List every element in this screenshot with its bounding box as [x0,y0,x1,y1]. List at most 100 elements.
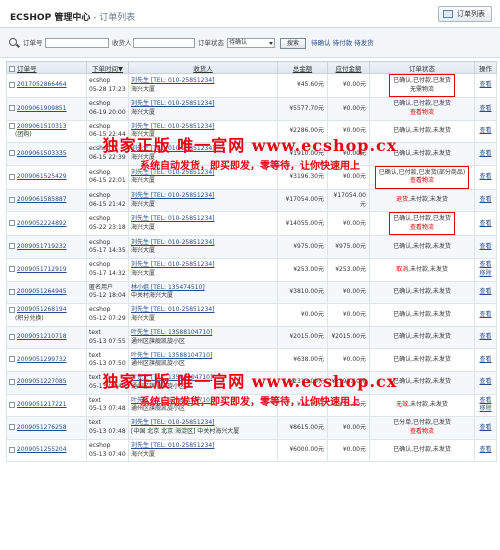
consignee-link[interactable]: 刘先生 [TEL: 010-25851234] [131,215,214,222]
consignee-cell: 刘先生 [TEL: 010-25851234] 海兴大厦 [128,164,278,190]
consignee-link[interactable]: 林小姐 [TEL: 135474510] [131,284,205,291]
consignee-link[interactable]: 叶先生 [TEL: 13588104710] [131,329,212,336]
view-order-link[interactable]: 查看 [479,378,491,385]
consignee-link[interactable]: 刘先生 [TEL: 010-25851234] [131,77,214,84]
order-sn-link[interactable]: 2009051255204 [17,446,67,453]
view-order-link[interactable]: 查看 [479,356,491,363]
order-sn-link[interactable]: 2009051264945 [17,288,67,295]
row-checkbox[interactable] [9,81,15,88]
column-header-time[interactable]: 下单时间▼ [86,61,129,74]
order-time: 05-13 07:55 [89,337,126,345]
consignee-link[interactable]: 叶先生 [TEL: 13588104710] [131,397,212,404]
consignee-address: 通州区旗舰凯旋小区 [131,360,186,368]
row-checkbox[interactable] [9,123,15,130]
consignee-address: 海兴大厦 [131,223,156,231]
row-checkbox[interactable] [9,288,15,295]
view-order-link[interactable]: 查看 [479,243,491,250]
status-select[interactable]: 待确认 [227,38,275,48]
order-sn-link[interactable]: 2009051217221 [17,401,67,408]
consignee-link[interactable]: 刘先生 [TEL: 010-25851234] [131,100,214,107]
row-checkbox[interactable] [9,333,15,340]
consignee-link[interactable]: 叶先生 [TEL: 13588104710] [131,374,212,381]
view-order-link[interactable]: 查看 [479,288,491,295]
view-order-link[interactable]: 查看 [479,105,491,112]
order-status-cell: 取消,未付款,未发货 [369,257,475,282]
view-order-link[interactable]: 查看 [479,127,491,134]
view-order-link[interactable]: 查看 [479,446,491,453]
order-sn-link[interactable]: 2009051227085 [17,378,67,385]
order-list-button[interactable]: 订单列表 [438,6,492,22]
order-user: ecshop [89,238,111,246]
view-order-link[interactable]: 查看 [479,261,491,268]
row-checkbox[interactable] [9,173,15,180]
column-header-consignee[interactable]: 收货人 [128,61,278,74]
remove-order-link[interactable]: 移除 [479,270,491,277]
select-all-checkbox[interactable] [9,65,15,72]
order-sn-link[interactable]: 2009061525429 [17,173,67,180]
row-checkbox[interactable] [9,424,15,431]
view-order-link[interactable]: 查看 [479,220,491,227]
payable-amount: ¥0.00元 [327,211,370,237]
row-checkbox[interactable] [9,150,15,157]
shipping-status[interactable]: 查看物流 [410,109,434,116]
consignee-link[interactable]: 刘先生 [TEL: 010-25851234] [131,123,214,130]
view-order-link[interactable]: 查看 [479,173,491,180]
shipping-status[interactable]: 查看物流 [410,224,434,231]
consignee-link[interactable]: 刘先生 [TEL: 010-25851234] [131,261,214,268]
column-header-order-sn[interactable]: 订单号 [6,61,87,74]
consignee-input[interactable] [133,38,195,48]
order-sn-link[interactable]: 2009052224892 [17,220,67,227]
view-order-link[interactable]: 查看 [479,333,491,340]
order-sn-link[interactable]: 2009061510313 [17,123,67,130]
quick-status-links[interactable]: 待确认 待付款 待发货 [311,38,374,48]
order-sn-link[interactable]: 2009061909851 [17,105,67,112]
shipping-status[interactable]: 查看物流 [410,177,434,184]
shipping-status[interactable]: 查看物流 [410,428,434,435]
column-header-amount[interactable]: 总金额 [277,61,328,74]
status-text: 已确认,未付款,未发货 [393,288,451,296]
order-sn-link[interactable]: 2009051276258 [17,424,67,431]
remove-order-link[interactable]: 移除 [479,405,491,412]
order-sn-link[interactable]: 2009061585887 [17,196,67,203]
search-button[interactable]: 搜索 [280,38,307,49]
row-checkbox[interactable] [9,356,15,363]
order-sn-link[interactable]: 2017052866464 [17,81,67,88]
order-time-cell: ecshop 06-15 22:44 [86,119,129,144]
consignee-link[interactable]: 刘先生 [TEL: 010-25851234] [131,192,214,199]
consignee-link[interactable]: 刘先生 [TEL: 010-25851234] [131,306,214,313]
consignee-label: 收货人 [112,39,132,47]
order-sn-link[interactable]: 2009051268194 [17,306,67,313]
row-checkbox[interactable] [9,220,15,227]
row-checkbox[interactable] [9,401,15,408]
order-sn-link[interactable]: 2009051299732 [17,356,67,363]
order-sn-link[interactable]: 2009051210718 [17,333,67,340]
row-checkbox[interactable] [9,446,15,453]
order-sn-link[interactable]: 2009051719232 [17,243,67,250]
order-status-cell: 已确认,已付款,已发货 查看物流 [369,97,475,121]
consignee-link[interactable]: 刘先生 [TEL: 010-25851234] [131,169,214,176]
order-sn-link[interactable]: 2009061503335 [17,150,67,157]
view-order-link[interactable]: 查看 [479,397,491,404]
consignee-link[interactable]: 刘先生 [TEL: 010-25851234] [131,145,214,152]
column-header-payable[interactable]: 应付金额 [327,61,370,74]
consignee-link[interactable]: 刘先生 [TEL: 010-25851234] [131,419,214,426]
row-checkbox[interactable] [9,378,15,385]
view-order-link[interactable]: 查看 [479,81,491,88]
consignee-link[interactable]: 叶先生 [TEL: 13588104710] [131,352,212,359]
row-checkbox[interactable] [9,105,15,112]
consignee-link[interactable]: 刘先生 [TEL: 010-25851234] [131,239,214,246]
order-status-cell: 已确认,未付款,未发货 [369,142,475,166]
row-checkbox[interactable] [9,306,15,313]
order-sn-label: 订单号 [23,39,43,47]
row-checkbox[interactable] [9,266,15,273]
order-sn-input[interactable] [45,38,109,48]
view-order-link[interactable]: 查看 [479,424,491,431]
consignee-link[interactable]: 刘先生 [TEL: 010-25851234] [131,442,214,449]
status-flag: 退货 [396,196,409,204]
row-checkbox[interactable] [9,196,15,203]
view-order-link[interactable]: 查看 [479,150,491,157]
view-order-link[interactable]: 查看 [479,311,491,318]
row-checkbox[interactable] [9,243,15,250]
view-order-link[interactable]: 查看 [479,196,491,203]
order-sn-link[interactable]: 2009051712919 [17,266,67,273]
